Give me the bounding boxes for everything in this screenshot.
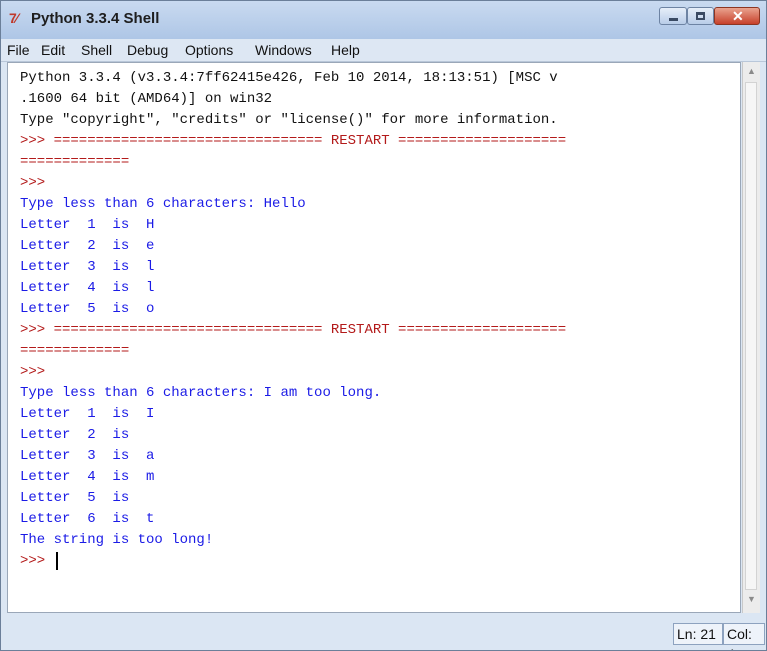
line-number-indicator: Ln: 21: [673, 623, 723, 645]
close-icon: ✕: [732, 8, 744, 24]
menu-file[interactable]: File: [7, 42, 30, 58]
shell-line: >>>: [20, 175, 46, 191]
shell-line: Type less than 6 characters: I am too lo…: [20, 385, 382, 401]
menu-debug[interactable]: Debug: [127, 42, 168, 58]
shell-line: Letter 4 is m: [20, 469, 155, 485]
shell-line: Letter 4 is l: [20, 280, 155, 296]
scroll-up-arrow-icon[interactable]: ▲: [747, 66, 756, 76]
shell-line: Python 3.3.4 (v3.3.4:7ff62415e426, Feb 1…: [20, 70, 558, 86]
shell-line: Type less than 6 characters: Hello: [20, 196, 306, 212]
shell-line: Letter 1 is I: [20, 406, 155, 422]
status-bar: Ln: 21 Col: 4: [1, 615, 766, 650]
window-title: Python 3.3.4 Shell: [31, 10, 160, 27]
text-cursor: [56, 552, 58, 570]
shell-line: Letter 2 is: [20, 427, 130, 443]
shell-line: =============: [20, 343, 130, 359]
shell-line: Letter 5 is o: [20, 301, 155, 317]
scroll-down-arrow-icon[interactable]: ▼: [747, 594, 756, 604]
shell-line: =============: [20, 154, 130, 170]
title-bar[interactable]: 7⁄ Python 3.3.4 Shell ✕: [1, 1, 766, 39]
menu-help[interactable]: Help: [331, 42, 360, 58]
shell-line: Letter 1 is H: [20, 217, 155, 233]
idle-shell-window: 7⁄ Python 3.3.4 Shell ✕ File Edit Shell …: [0, 0, 767, 651]
maximize-icon: [696, 12, 705, 20]
minimize-icon: [669, 18, 678, 21]
menu-shell[interactable]: Shell: [81, 42, 112, 58]
shell-text-area[interactable]: Python 3.3.4 (v3.3.4:7ff62415e426, Feb 1…: [7, 62, 741, 613]
scroll-thumb[interactable]: [745, 82, 757, 590]
shell-line: Letter 5 is: [20, 490, 130, 506]
shell-line: Type "copyright", "credits" or "license(…: [20, 112, 558, 128]
idle-app-icon: 7⁄: [9, 10, 18, 26]
shell-line: Letter 3 is l: [20, 259, 155, 275]
menu-options[interactable]: Options: [185, 42, 233, 58]
shell-line: Letter 2 is e: [20, 238, 155, 254]
shell-line: >>>: [20, 364, 46, 380]
menu-windows[interactable]: Windows: [255, 42, 312, 58]
column-number-indicator: Col: 4: [723, 623, 765, 650]
shell-line: >>> ================================ RES…: [20, 322, 567, 338]
close-button[interactable]: ✕: [714, 7, 760, 25]
minimize-button[interactable]: [659, 7, 687, 25]
shell-line: Letter 6 is t: [20, 511, 155, 527]
menu-edit[interactable]: Edit: [41, 42, 65, 58]
shell-line: >>> ================================ RES…: [20, 133, 567, 149]
shell-line: >>>: [20, 553, 54, 569]
shell-line: Letter 3 is a: [20, 448, 155, 464]
shell-line: The string is too long!: [20, 532, 214, 548]
shell-line: .1600 64 bit (AMD64)] on win32: [20, 91, 273, 107]
vertical-scrollbar[interactable]: ▲ ▼: [742, 62, 760, 613]
maximize-button[interactable]: [687, 7, 714, 25]
menu-bar: File Edit Shell Debug Options Windows He…: [1, 39, 766, 62]
